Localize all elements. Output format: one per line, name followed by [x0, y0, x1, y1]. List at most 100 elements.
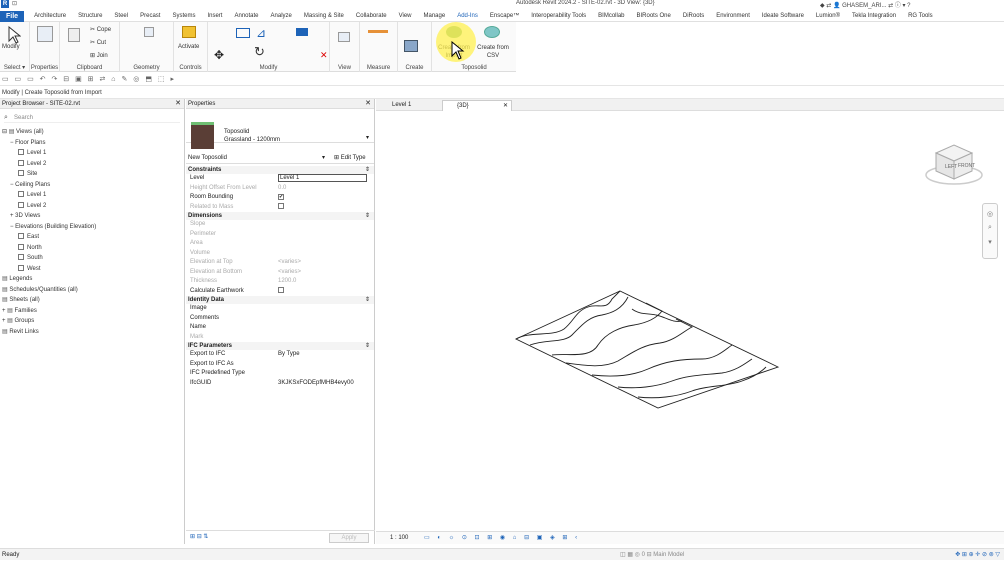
view-control-bar[interactable]: 1 : 100 ▭ ◐ ☼ ⊙ ⊡ ⊞ ◉ ⌂ ⊟ ▣ ◈ ⊞ ‹: [376, 531, 1004, 544]
tab-biroots-one[interactable]: BIRoots One: [631, 11, 677, 22]
close-icon[interactable]: ✕: [365, 99, 371, 109]
property-value[interactable]: <varies>: [278, 258, 301, 268]
tab-steel[interactable]: Steel: [108, 11, 134, 22]
tab-manage[interactable]: Manage: [418, 11, 452, 22]
viewcube[interactable]: LEFT FRONT: [922, 135, 986, 191]
tab-interoperability-tools[interactable]: Interoperability Tools: [525, 11, 592, 22]
browser-search-input[interactable]: ⌕ Search: [4, 113, 180, 123]
tab-ideate-software[interactable]: Ideate Software: [756, 11, 810, 22]
collapse-icon[interactable]: ⇕: [365, 166, 370, 174]
rotate-icon[interactable]: ↻: [254, 44, 265, 60]
cut-button[interactable]: ✂ Cut: [90, 39, 106, 46]
property-value[interactable]: 0.0: [278, 184, 286, 194]
tab-precast[interactable]: Precast: [134, 11, 166, 22]
navigation-bar[interactable]: ◎ ⌕ ▾: [982, 203, 998, 259]
nav-menu-icon[interactable]: ▾: [983, 238, 997, 246]
paste-icon[interactable]: [68, 28, 80, 42]
tab-3d[interactable]: {3D} ✕: [442, 100, 512, 111]
tree-item[interactable]: + ▤ Groups: [0, 316, 184, 327]
create-part-icon[interactable]: [404, 40, 418, 52]
tree-item[interactable]: Level 1: [0, 148, 184, 159]
tree-item[interactable]: ▤ Legends: [0, 274, 184, 285]
tab-analyze[interactable]: Analyze: [265, 11, 298, 22]
apply-button[interactable]: Apply: [329, 533, 369, 543]
property-value[interactable]: By Type: [278, 350, 300, 360]
user-account[interactable]: ◆ ⇄ 👤 GHASEM_ARI... ⇄ ⓘ ▾ ?: [820, 0, 911, 9]
section-identity-data[interactable]: Identity Data ⇕: [186, 296, 374, 304]
revit-logo-icon[interactable]: R: [1, 0, 9, 8]
toposolid-model[interactable]: [506, 279, 786, 414]
tree-item[interactable]: ▤ Schedules/Quantities (all): [0, 285, 184, 296]
tab-insert[interactable]: Insert: [201, 11, 228, 22]
tree-item[interactable]: Site: [0, 169, 184, 180]
activate-icon[interactable]: [182, 26, 196, 38]
tab-structure[interactable]: Structure: [72, 11, 108, 22]
tree-item[interactable]: ▤ Sheets (all): [0, 295, 184, 306]
tree-item[interactable]: Level 2: [0, 159, 184, 170]
tab-level-1[interactable]: Level 1: [378, 100, 430, 111]
tree-item[interactable]: West: [0, 264, 184, 275]
tree-item[interactable]: East: [0, 232, 184, 243]
tab-tekla-integration[interactable]: Tekla Integration: [846, 11, 902, 22]
offset-icon[interactable]: [236, 28, 250, 38]
tab-systems[interactable]: Systems: [166, 11, 201, 22]
toposolid-csv-icon[interactable]: [484, 26, 500, 38]
collapse-icon[interactable]: ⇕: [365, 296, 370, 304]
close-icon[interactable]: ✕: [503, 101, 508, 112]
quick-access-toolbar[interactable]: ⊡: [12, 0, 17, 7]
tab-environment[interactable]: Environment: [710, 11, 756, 22]
type-selector[interactable]: Toposolid Grassland - 1200mm ▾: [186, 109, 374, 149]
create-from-csv-button[interactable]: Create from CSV: [474, 44, 512, 60]
drawing-viewport[interactable]: Level 1 {3D} ✕ LEFT FRONT ◎ ⌕ ▾ 1 : 100 ▭…: [376, 99, 1004, 544]
tree-item[interactable]: − Ceiling Plans: [0, 180, 184, 191]
steering-wheel-icon[interactable]: ◎: [983, 210, 997, 218]
status-icons[interactable]: ◫ ▦ ◎ 0 ⊟ Main Model: [620, 549, 684, 561]
align-icon[interactable]: [296, 28, 308, 36]
tree-item[interactable]: ▤ Revit Links: [0, 327, 184, 338]
modify-button[interactable]: Modify: [2, 44, 20, 50]
tree-item[interactable]: Level 2: [0, 201, 184, 212]
properties-help-icons[interactable]: ⊞ ⊟ ⇅: [190, 533, 208, 540]
close-icon[interactable]: ✕: [175, 99, 181, 109]
tree-item[interactable]: − Floor Plans: [0, 138, 184, 149]
tab-rg-tools[interactable]: RG Tools: [902, 11, 939, 22]
chevron-down-icon[interactable]: ▾: [366, 134, 369, 141]
collapse-icon[interactable]: ⇕: [365, 212, 370, 220]
zoom-icon[interactable]: ⌕: [983, 224, 997, 232]
tree-item[interactable]: ⊟ ▤ Views (all): [0, 127, 184, 138]
tab-diroots[interactable]: DiRoots: [677, 11, 710, 22]
checkbox[interactable]: ✔: [278, 194, 284, 200]
join-button[interactable]: ⊞ Join: [90, 52, 108, 59]
chevron-down-icon[interactable]: ▾: [322, 152, 325, 164]
instance-filter[interactable]: New Toposolid ▾ ⊞ Edit Type: [186, 152, 374, 164]
tab-file[interactable]: File: [0, 10, 25, 22]
tree-item[interactable]: + 3D Views: [0, 211, 184, 222]
mirror-icon[interactable]: ⊿: [256, 26, 266, 40]
property-value[interactable]: <varies>: [278, 268, 301, 278]
tree-item[interactable]: North: [0, 243, 184, 254]
tab-add-ins[interactable]: Add-Ins: [451, 11, 484, 22]
level-input[interactable]: Level 1: [278, 174, 367, 182]
tree-item[interactable]: − Elevations (Building Elevation): [0, 222, 184, 233]
tree-item[interactable]: South: [0, 253, 184, 264]
measure-icon[interactable]: [368, 30, 388, 33]
section-constraints[interactable]: Constraints ⇕: [186, 166, 374, 174]
view-control-icons[interactable]: ▭ ◐ ☼ ⊙ ⊡ ⊞ ◉ ⌂ ⊟ ▣ ◈ ⊞ ‹: [424, 535, 580, 541]
tree-item[interactable]: + ▤ Families: [0, 306, 184, 317]
selection-filter-icons[interactable]: ✥ ⊞ ⊕ ✛ ⊘ ⊚ ▽: [955, 549, 1000, 561]
tab-lumion[interactable]: Lumion®: [810, 11, 846, 22]
section-ifc-parameters[interactable]: IFC Parameters ⇕: [186, 342, 374, 350]
delete-icon[interactable]: ✕: [320, 50, 328, 61]
view-icon[interactable]: [338, 32, 350, 42]
checkbox[interactable]: [278, 286, 284, 293]
cursor-arrow-icon[interactable]: [7, 26, 21, 44]
move-icon[interactable]: ✥: [214, 48, 224, 62]
quick-toolbar[interactable]: ▭ ▭ ▭ ↶ ↷ ⊟ ▣ ⊞ ⇄ ⌂ ✎ ◎ ⬒ ⬚ ▸: [0, 73, 1004, 86]
tab-view[interactable]: View: [393, 11, 418, 22]
tab-architecture[interactable]: Architecture: [28, 11, 72, 22]
collapse-icon[interactable]: ⊟: [2, 129, 9, 135]
cope-button[interactable]: ✂ Cope: [90, 26, 111, 33]
section-dimensions[interactable]: Dimensions ⇕: [186, 212, 374, 220]
tab-massing-site[interactable]: Massing & Site: [298, 11, 350, 22]
select-group-label[interactable]: Select ▾: [0, 64, 29, 71]
